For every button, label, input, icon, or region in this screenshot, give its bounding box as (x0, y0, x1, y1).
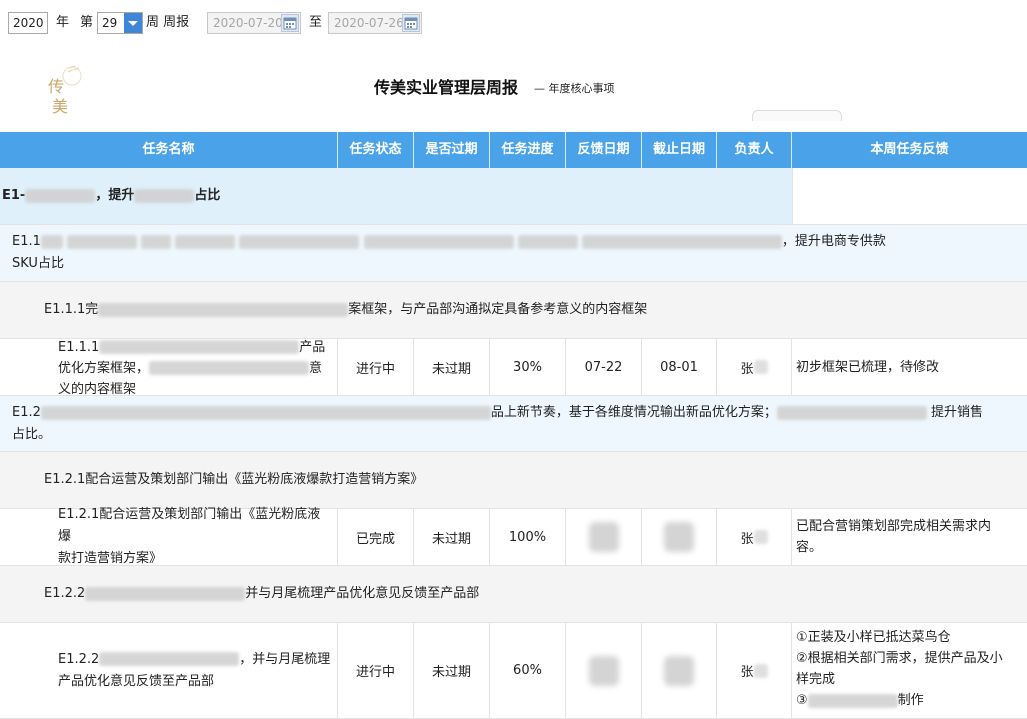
year-input[interactable]: 2020 (8, 12, 48, 34)
start-date-field[interactable]: 2020-07-20 (207, 12, 301, 34)
end-date-value: 2020-07-26 (334, 16, 404, 30)
table-row-e1-2-1-task[interactable]: E1.2.1配合运营及策划部门输出《蓝光粉底液爆 款打造营销方案》 已完成 未过… (0, 507, 1027, 566)
redacted-value (588, 522, 619, 552)
header-tab[interactable] (752, 110, 842, 121)
task-deadline-cell (642, 509, 717, 565)
task-name-cell: E1.2.2 ，并与月尾梳理 产品优化意见反馈至产品部 (0, 623, 338, 718)
column-header-overdue[interactable]: 是否过期 (414, 132, 490, 168)
row-e1-label: E1- ，提升 占比 (2, 188, 221, 203)
table-row-e1-1[interactable]: E1.1 ，提升电商专供款 SKU占比 (0, 225, 1027, 282)
task-name-text: E1.1.1 产品 优化方案框架，意 义的内容框架 (58, 339, 326, 396)
table-row-e1[interactable]: E1- ，提升 占比 (0, 168, 1027, 225)
task-status-cell: 进行中 (338, 339, 414, 395)
column-header-weekly-feedback[interactable]: 本周任务反馈 (792, 132, 1027, 168)
table-header: 任务名称 任务状态 是否过期 任务进度 反馈日期 截止日期 负责人 本周任务反馈 (0, 132, 1027, 168)
task-feedback-cell: 初步框架已梳理，待修改 (796, 359, 940, 375)
svg-text:美: 美 (52, 97, 68, 116)
year-label: 年 (56, 15, 70, 30)
start-date-value: 2020-07-20 (213, 16, 283, 30)
week-suffix-label: 周 周报 (146, 15, 190, 30)
column-header-progress[interactable]: 任务进度 (490, 132, 566, 168)
task-owner-cell: 张 (717, 623, 792, 718)
week-select[interactable]: 29 (97, 12, 143, 34)
table-row-e1-1-1-group[interactable]: E1.1.1完 案框架，与产品部沟通拟定具备参考意义的内容框架 (0, 282, 1027, 339)
task-progress-cell: 60% (490, 623, 566, 718)
task-owner-cell: 张 (717, 509, 792, 565)
row-e1-feedback-cell (792, 168, 1027, 224)
table-row-e1-2-2-group[interactable]: E1.2.2 并与月尾梳理产品优化意见反馈至产品部 (0, 566, 1027, 623)
report-subtitle: — 年度核心事项 (534, 82, 615, 95)
table-row-e1-1-1-task[interactable]: E1.1.1 产品 优化方案框架，意 义的内容框架 进行中 未过期 30% 07-… (0, 339, 1027, 396)
task-feedback-cell: ①正装及小样已抵达菜鸟仓 ②根据相关部门需求，提供产品及小 样完成 ③ 制作 (792, 623, 1027, 718)
task-name-text: E1.2.1配合运营及策划部门输出《蓝光粉底液爆 款打造营销方案》 (58, 507, 321, 566)
week-prefix-label: 第 (80, 15, 94, 30)
task-name-cell: E1.2.1配合运营及策划部门输出《蓝光粉底液爆 款打造营销方案》 (0, 507, 338, 566)
task-progress-cell: 30% (490, 339, 566, 395)
task-feedback-date-cell: 07-22 (566, 339, 642, 395)
report-header: 传 美 传美实业管理层周报 — 年度核心事项 (0, 58, 1027, 132)
redacted-value (664, 522, 694, 552)
column-header-owner[interactable]: 负责人 (717, 132, 792, 168)
task-overdue-cell: 未过期 (414, 509, 490, 565)
task-feedback-date-cell (566, 509, 642, 565)
task-progress-cell: 100% (490, 509, 566, 565)
row-e1-2-2-group-label: E1.2.2 并与月尾梳理产品优化意见反馈至产品部 (44, 586, 480, 601)
task-overdue-cell: 未过期 (414, 339, 490, 395)
to-label: 至 (309, 15, 323, 30)
calendar-icon[interactable] (402, 14, 420, 32)
table-row-e1-2[interactable]: E1.2 品上新节奏，基于各维度情况输出新品优化方案； 提升销售 占比。 (0, 396, 1027, 452)
task-overdue-cell: 未过期 (414, 623, 490, 718)
redacted-value (588, 655, 619, 686)
column-header-deadline[interactable]: 截止日期 (642, 132, 717, 168)
row-e1-1-label: E1.1 ，提升电商专供款 SKU占比 (12, 234, 886, 271)
task-feedback-text: 已配合营销策划部完成相关需求内 容。 (796, 519, 992, 555)
chevron-down-icon[interactable] (124, 13, 142, 33)
week-select-value: 29 (102, 16, 118, 30)
calendar-icon[interactable] (281, 14, 299, 32)
task-status-cell: 已完成 (338, 509, 414, 565)
task-name-text: E1.2.2 ，并与月尾梳理 产品优化意见反馈至产品部 (58, 651, 331, 689)
redacted-value (664, 655, 694, 686)
task-table: 任务名称 任务状态 是否过期 任务进度 反馈日期 截止日期 负责人 本周任务反馈… (0, 132, 1027, 719)
svg-text:传: 传 (48, 77, 64, 96)
task-status-cell: 进行中 (338, 623, 414, 718)
task-name-cell: E1.1.1 产品 优化方案框架，意 义的内容框架 (0, 339, 338, 395)
task-owner-cell: 张 (717, 339, 792, 395)
row-e1-2-label: E1.2 品上新节奏，基于各维度情况输出新品优化方案； 提升销售 占比。 (12, 405, 984, 442)
column-header-status[interactable]: 任务状态 (338, 132, 414, 168)
filter-bar: 2020 年 第 29 周 周报 2020-07-20 至 2020-07-26 (0, 0, 1027, 46)
row-e1-1-1-group-label: E1.1.1完 案框架，与产品部沟通拟定具备参考意义的内容框架 (44, 302, 648, 317)
row-e1-2-1-group-label: E1.2.1配合运营及策划部门输出《蓝光粉底液爆款打造营销方案》 (44, 472, 424, 487)
company-logo: 传 美 (42, 64, 88, 120)
task-feedback-cell: 已配合营销策划部完成相关需求内 容。 (792, 509, 1027, 565)
task-deadline-cell (642, 623, 717, 718)
column-header-feedback-date[interactable]: 反馈日期 (566, 132, 642, 168)
column-header-task-name[interactable]: 任务名称 (0, 132, 338, 168)
table-row-e1-2-1-group[interactable]: E1.2.1配合运营及策划部门输出《蓝光粉底液爆款打造营销方案》 (0, 452, 1027, 509)
report-title: 传美实业管理层周报 (374, 78, 519, 97)
task-feedback-date-cell (566, 623, 642, 718)
task-deadline-cell: 08-01 (642, 339, 717, 395)
task-feedback-text: ①正装及小样已抵达菜鸟仓 ②根据相关部门需求，提供产品及小 样完成 ③ 制作 (796, 630, 1003, 708)
end-date-field[interactable]: 2020-07-26 (328, 12, 422, 34)
table-row-e1-2-2-task[interactable]: E1.2.2 ，并与月尾梳理 产品优化意见反馈至产品部 进行中 未过期 60% 张… (0, 623, 1027, 719)
